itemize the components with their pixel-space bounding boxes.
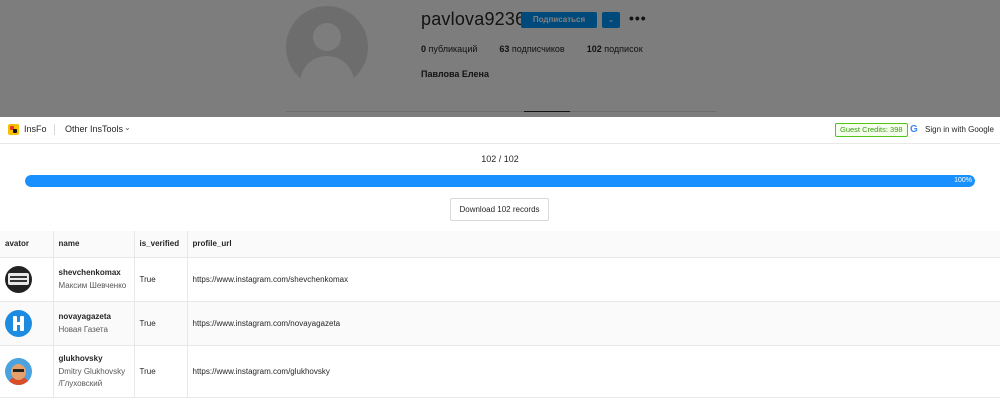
insfo-logo-icon xyxy=(8,124,19,135)
novaya-gazeta-logo-avatar[interactable] xyxy=(5,309,32,337)
name-cell: glukhovsky Dmitry Glukhovsky/Глуховский xyxy=(53,345,135,398)
row-username: shevchenkomax xyxy=(58,267,121,277)
avatar-cell xyxy=(0,301,54,346)
column-header-avatar[interactable]: avator xyxy=(0,231,54,258)
profile-url-cell[interactable]: https://www.instagram.com/shevchenkomax xyxy=(187,257,1000,302)
credits-badge: Guest Credits: 398 xyxy=(835,123,908,137)
row-username: novayagazeta xyxy=(58,311,111,321)
progress-percent: 100% xyxy=(954,177,972,184)
google-signin-button[interactable]: Sign in with Google xyxy=(925,125,994,134)
app-title[interactable]: InsFo xyxy=(24,124,47,134)
results-table: avator name is_verified profile_url shev… xyxy=(0,231,1000,398)
progress-bar: 100% xyxy=(25,175,975,187)
download-records-button[interactable]: Download 102 records xyxy=(450,198,549,221)
table-row[interactable]: glukhovsky Dmitry Glukhovsky/Глуховский … xyxy=(0,345,1000,398)
chevron-down-icon[interactable]: ⌄ xyxy=(124,123,131,132)
name-cell: novayagazeta Новая Газета xyxy=(53,301,135,346)
modal-overlay[interactable] xyxy=(0,0,1000,117)
google-icon[interactable]: G xyxy=(910,124,918,135)
table-header-row: avator name is_verified profile_url xyxy=(0,231,1000,258)
portrait-avatar[interactable] xyxy=(5,357,32,385)
row-full-name: Dmitry Glukhovsky/Глуховский xyxy=(58,366,126,388)
verified-cell: True xyxy=(134,301,188,346)
table-row[interactable]: shevchenkomax Максим Шевченко True https… xyxy=(0,257,1000,302)
verified-cell: True xyxy=(134,257,188,302)
other-tools-menu[interactable]: Other InsTools xyxy=(65,124,123,134)
svobodnoe-mnenie-avatar[interactable] xyxy=(5,265,32,293)
header-divider xyxy=(54,124,55,135)
profile-url-cell[interactable]: https://www.instagram.com/novayagazeta xyxy=(187,301,1000,346)
profile-url-cell[interactable]: https://www.instagram.com/glukhovsky xyxy=(187,345,1000,398)
extension-header: InsFo Other InsTools ⌄ Guest Credits: 39… xyxy=(0,117,1000,144)
instagram-profile-backdrop: pavlova9236 Подписаться ⌄ ••• 0 публикац… xyxy=(0,0,1000,117)
verified-cell: True xyxy=(134,345,188,398)
column-header-name[interactable]: name xyxy=(53,231,135,258)
table-row[interactable]: novayagazeta Новая Газета True https://w… xyxy=(0,301,1000,346)
row-full-name: Максим Шевченко xyxy=(58,280,127,290)
column-header-verified[interactable]: is_verified xyxy=(134,231,188,258)
column-header-profile-url[interactable]: profile_url xyxy=(187,231,1000,258)
name-cell: shevchenkomax Максим Шевченко xyxy=(53,257,135,302)
row-full-name: Новая Газета xyxy=(58,324,108,334)
avatar-cell xyxy=(0,345,54,398)
progress-fill xyxy=(25,175,975,187)
avatar-cell xyxy=(0,257,54,302)
progress-count: 102 / 102 xyxy=(481,154,519,164)
row-username: glukhovsky xyxy=(58,353,103,363)
